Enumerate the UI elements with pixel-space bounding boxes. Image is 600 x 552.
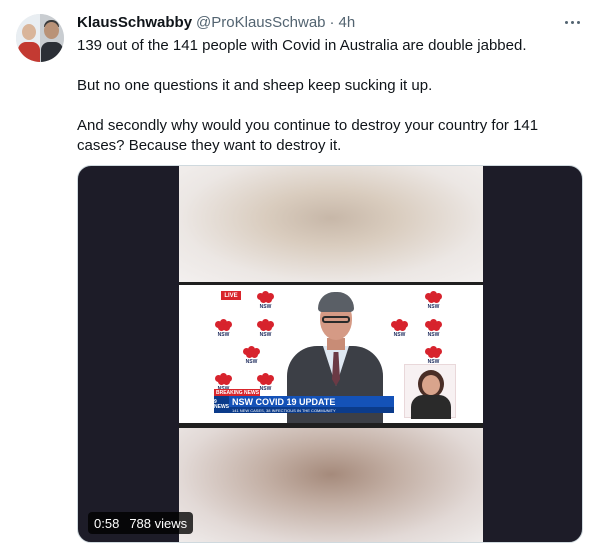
logo-text: NSW (217, 332, 230, 338)
sign-language-interpreter (404, 364, 456, 419)
logo-text: NSW (245, 359, 258, 365)
video-views: 788 views (129, 515, 188, 531)
nsw-waratah-logo-icon: NSW (423, 290, 445, 312)
video-duration: 0:58 (94, 515, 120, 531)
header-separator: · (329, 13, 335, 31)
tweet-paragraph: But no one questions it and sheep keep s… (77, 77, 433, 94)
tweet-text: 139 out of the 141 people with Covid in … (77, 36, 587, 156)
news-lower-third: BREAKING NEWS 9 NEWS NSW COVID 19 UPDATE… (214, 389, 394, 413)
tweet-timestamp[interactable]: 4h (339, 14, 356, 31)
more-dot (570, 20, 574, 24)
logo-text: NSW (259, 332, 272, 338)
author-handle[interactable]: @ProKlausSchwab (196, 14, 325, 31)
logo-text: NSW (393, 332, 406, 338)
live-badge: LIVE (221, 291, 241, 300)
tweet-card[interactable]: KlausSchwabby @ProKlausSchwab · 4h 139 o… (0, 0, 600, 552)
author-name[interactable]: KlausSchwabby (77, 14, 192, 31)
tweet-header: KlausSchwabby @ProKlausSchwab · 4h (77, 12, 355, 32)
author-avatar[interactable] (16, 14, 64, 62)
tweet-paragraph: And secondly why would you continue to d… (77, 117, 539, 154)
nsw-waratah-logo-icon: NSW (423, 318, 445, 340)
video-blur-bottom (179, 428, 483, 542)
channel-nine-logo: 9 NEWS (214, 396, 229, 413)
more-options-icon[interactable] (562, 12, 582, 32)
breaking-news-label: BREAKING NEWS (214, 389, 260, 396)
nsw-waratah-logo-icon: NSW (213, 318, 235, 340)
avatar-face-left (22, 24, 36, 40)
video-stats-badge: 0:58 788 views (88, 512, 194, 534)
avatar-body-left (18, 42, 40, 62)
nsw-waratah-logo-icon: NSW (255, 318, 277, 340)
avatar-face-right (44, 22, 59, 39)
nsw-waratah-logo-icon: NSW (241, 345, 263, 367)
video-blur-top (179, 166, 483, 282)
nsw-waratah-logo-icon: NSW (255, 290, 277, 312)
logo-text: NSW (427, 304, 440, 310)
tweet-paragraph: 139 out of the 141 people with Covid in … (77, 37, 527, 54)
news-headline: NSW COVID 19 UPDATE (229, 396, 394, 407)
news-subheadline: 141 NEW CASES, 38 INFECTIOUS IN THE COMM… (229, 407, 394, 413)
video-frame: LIVE NSW NSW NSW NSW NSW NSW NSW NSW NSW… (179, 282, 483, 428)
frame-letterbox-top (179, 282, 483, 285)
more-dot (576, 20, 580, 24)
logo-text: NSW (259, 304, 272, 310)
nsw-waratah-logo-icon: NSW (389, 318, 411, 340)
avatar-body-right (41, 42, 63, 62)
logo-text: NSW (427, 332, 440, 338)
more-dot (564, 20, 568, 24)
video-player[interactable]: LIVE NSW NSW NSW NSW NSW NSW NSW NSW NSW… (77, 165, 583, 543)
frame-letterbox-bottom (179, 423, 483, 428)
